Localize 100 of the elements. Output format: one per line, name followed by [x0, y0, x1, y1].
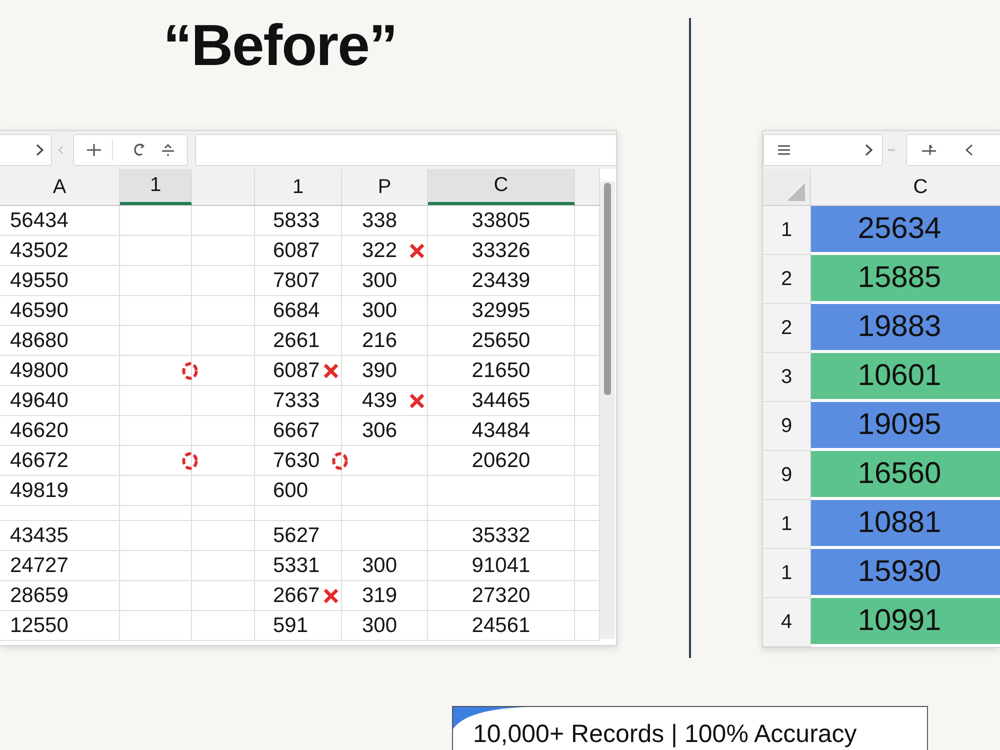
table-cell: 15885	[811, 255, 1000, 304]
row-header[interactable]: 4	[763, 598, 811, 647]
table-cell	[192, 386, 255, 416]
table-cell: 32995	[428, 296, 575, 326]
table-cell	[120, 446, 192, 476]
table-cell	[192, 236, 255, 266]
table-cell: 49819	[0, 476, 120, 506]
chevron-right-icon[interactable]	[865, 144, 873, 156]
table-cell: 25650	[428, 326, 575, 356]
table-cell: 5833	[255, 206, 342, 236]
dashed-circle-icon	[182, 452, 198, 470]
row-header[interactable]: 2	[763, 255, 811, 304]
table-cell: 43502	[0, 236, 120, 266]
chevron-right-icon[interactable]	[36, 144, 44, 156]
table-cell: 21650	[428, 356, 575, 386]
table-cell	[192, 476, 255, 506]
table-cell: 19095	[811, 402, 1000, 451]
table-cell	[120, 551, 192, 581]
column-header[interactable]: 1	[120, 169, 192, 205]
table-cell: 10881	[811, 500, 1000, 549]
row-header[interactable]: 1	[763, 549, 811, 598]
table-cell: 27320	[428, 581, 575, 611]
table-cell	[120, 476, 192, 506]
table-cell	[120, 326, 192, 356]
table-cell: 10601	[811, 353, 1000, 402]
table-cell: 6087	[255, 236, 342, 266]
table-cell	[120, 386, 192, 416]
table-cell: 33326	[428, 236, 575, 266]
table-cell	[192, 326, 255, 356]
table-cell	[120, 206, 192, 236]
corner-triangle-icon	[787, 183, 805, 201]
table-cell: 300	[342, 266, 428, 296]
formula-field[interactable]	[195, 134, 616, 166]
plus-icon[interactable]	[86, 143, 102, 157]
table-cell: 43484	[428, 416, 575, 446]
row-header[interactable]: 9	[763, 402, 811, 451]
table-cell	[120, 611, 192, 641]
table-cell	[120, 356, 192, 386]
table-cell: 439	[342, 386, 428, 416]
table-cell: 10991	[811, 598, 1000, 647]
table-cell	[192, 446, 255, 476]
table-cell	[192, 506, 255, 521]
table-cell: 216	[342, 326, 428, 356]
table-cell: 5331	[255, 551, 342, 581]
table-cell	[120, 416, 192, 446]
table-cell	[120, 266, 192, 296]
table-cell: 46620	[0, 416, 120, 446]
table-cell	[120, 506, 192, 521]
table-cell: 24727	[0, 551, 120, 581]
table-cell	[192, 206, 255, 236]
table-cell	[192, 296, 255, 326]
table-cell: 34465	[428, 386, 575, 416]
column-header[interactable]: 1	[255, 169, 342, 205]
table-cell: 6684	[255, 296, 342, 326]
column-header[interactable]: C	[428, 169, 575, 205]
table-cell	[120, 236, 192, 266]
row-header[interactable]: 2	[763, 304, 811, 353]
stats-text: 10,000+ Records | 100% Accuracy	[473, 720, 857, 748]
table-cell: 591	[255, 611, 342, 641]
table-cell: 319	[342, 581, 428, 611]
table-cell: 49800	[0, 356, 120, 386]
table-cell: 15930	[811, 549, 1000, 598]
table-cell: 16560	[811, 451, 1000, 500]
table-cell: 43435	[0, 521, 120, 551]
table-cell: 56434	[0, 206, 120, 236]
table-cell: 12550	[0, 611, 120, 641]
table-cell	[192, 551, 255, 581]
table-cell	[192, 266, 255, 296]
table-cell	[120, 296, 192, 326]
table-cell: 390	[342, 356, 428, 386]
row-header[interactable]: 1	[763, 500, 811, 549]
table-cell: 7807	[255, 266, 342, 296]
table-cell: 35332	[428, 521, 575, 551]
scrollbar-track[interactable]	[600, 181, 615, 639]
cross-icon	[323, 363, 339, 379]
divide-icon[interactable]	[161, 143, 175, 157]
table-cell: 300	[342, 296, 428, 326]
table-cell: 6667	[255, 416, 342, 446]
menu-icon[interactable]	[778, 145, 790, 155]
table-cell	[192, 521, 255, 551]
table-cell	[192, 611, 255, 641]
chevron-left-icon[interactable]	[965, 144, 973, 156]
table-cell: 7630	[255, 446, 342, 476]
table-cell	[120, 521, 192, 551]
table-cell: 33805	[428, 206, 575, 236]
plus-icon[interactable]	[921, 143, 937, 157]
dashed-circle-icon	[332, 452, 348, 470]
row-header[interactable]: 9	[763, 451, 811, 500]
table-cell: 49550	[0, 266, 120, 296]
table-cell	[192, 356, 255, 386]
table-cell: 28659	[0, 581, 120, 611]
table-cell	[192, 416, 255, 446]
row-header[interactable]: 3	[763, 353, 811, 402]
table-cell: 7333	[255, 386, 342, 416]
table-cell: 306	[342, 416, 428, 446]
curved-arrow-icon[interactable]	[133, 143, 145, 157]
table-cell: 46672	[0, 446, 120, 476]
table-cell: 24561	[428, 611, 575, 641]
row-header[interactable]: 1	[763, 206, 811, 255]
scrollbar-thumb[interactable]	[604, 183, 611, 395]
